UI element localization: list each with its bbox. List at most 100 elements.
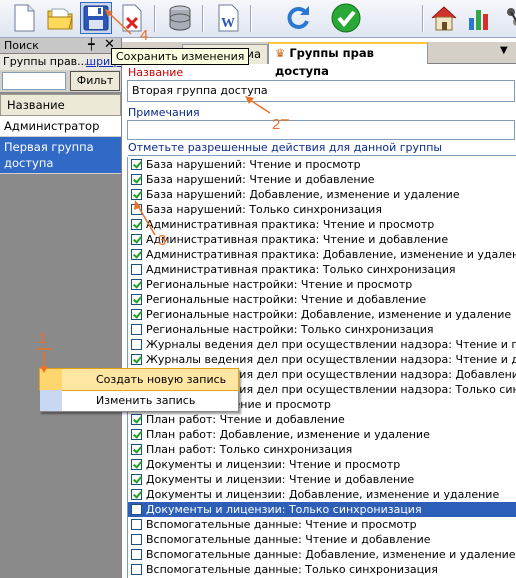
permission-checkbox[interactable] xyxy=(131,354,142,365)
permission-label: Вспомогательные данные: Чтение и добавле… xyxy=(146,533,431,546)
new-document-button[interactable] xyxy=(8,2,40,34)
permission-checkbox[interactable] xyxy=(131,249,142,260)
permission-row[interactable]: Документы и лицензии: Чтение и просмотр xyxy=(128,457,516,472)
permission-checkbox[interactable] xyxy=(131,279,142,290)
permission-row[interactable]: Журналы ведения дел при осуществлении на… xyxy=(128,337,516,352)
permission-checkbox[interactable] xyxy=(131,159,142,170)
permission-row[interactable]: Административная практика: Только синхро… xyxy=(128,262,516,277)
permission-row[interactable]: База нарушений: Чтение и добавление xyxy=(128,172,516,187)
network-button[interactable] xyxy=(498,2,516,34)
permission-row[interactable]: План работ: Добавление, изменение и удал… xyxy=(128,427,516,442)
permission-row[interactable]: Региональные настройки: Только синхрониз… xyxy=(128,322,516,337)
permission-label: Документы и лицензии: Только синхронизац… xyxy=(146,503,422,516)
permission-label: Документы и лицензии: Чтение и добавлени… xyxy=(146,473,415,486)
report-button[interactable] xyxy=(464,2,496,34)
name-field[interactable]: Вторая группа доступа xyxy=(127,80,515,102)
permission-label: Вспомогательные данные: Добавление, изме… xyxy=(146,548,516,561)
panel-title: Поиск xyxy=(4,39,39,52)
permission-checkbox[interactable] xyxy=(131,339,142,350)
permission-checkbox[interactable] xyxy=(131,219,142,230)
refresh-button[interactable] xyxy=(282,2,314,34)
permission-checkbox[interactable] xyxy=(131,414,142,425)
list-item[interactable]: Администратор xyxy=(0,116,121,137)
notes-label: Примечания xyxy=(128,106,200,119)
permission-checkbox[interactable] xyxy=(131,504,142,515)
list-header[interactable]: Название xyxy=(0,94,121,116)
search-input[interactable] xyxy=(2,72,66,90)
notes-field[interactable] xyxy=(127,120,515,140)
permission-row[interactable]: Административная практика: Чтение и прос… xyxy=(128,217,516,232)
menu-item-edit[interactable]: Изменить запись xyxy=(40,390,238,411)
permission-checkbox[interactable] xyxy=(131,309,142,320)
permission-row[interactable]: Региональные настройки: Чтение и добавле… xyxy=(128,292,516,307)
refresh-icon xyxy=(287,6,309,29)
permission-row[interactable]: План работ: Чтение и добавление xyxy=(128,412,516,427)
confirm-button[interactable] xyxy=(330,2,362,34)
permission-checkbox[interactable] xyxy=(131,534,142,545)
word-export-button[interactable]: W xyxy=(212,2,244,34)
permission-label: Региональные настройки: Добавление, изме… xyxy=(146,308,512,321)
permission-checkbox[interactable] xyxy=(131,444,142,455)
permission-row[interactable]: Региональные настройки: Чтение и просмот… xyxy=(128,277,516,292)
permission-row[interactable]: Документы и лицензии: Только синхронизац… xyxy=(128,502,516,517)
permission-label: План работ: Только синхронизация xyxy=(146,443,353,456)
check-circle-icon xyxy=(331,3,361,33)
permission-label: Административная практика: Только синхро… xyxy=(146,263,456,276)
tab-access-groups[interactable]: ♛ Группы прав доступа xyxy=(268,42,428,78)
floppy-disk-icon xyxy=(83,5,109,31)
permission-checkbox[interactable] xyxy=(131,234,142,245)
permission-row[interactable]: Вспомогательные данные: Чтение и добавле… xyxy=(128,532,516,547)
new-document-icon xyxy=(14,4,35,32)
permission-checkbox[interactable] xyxy=(131,174,142,185)
permission-row[interactable]: Документы и лицензии: Добавление, измене… xyxy=(128,487,516,502)
permission-checkbox[interactable] xyxy=(131,204,142,215)
permission-checkbox[interactable] xyxy=(131,489,142,500)
permission-label: Региональные настройки: Только синхрониз… xyxy=(146,323,434,336)
permission-checkbox[interactable] xyxy=(131,294,142,305)
permission-row[interactable]: План работ: Только синхронизация xyxy=(128,442,516,457)
open-folder-icon xyxy=(47,8,73,30)
list-header-label: Название xyxy=(7,98,65,112)
database-button[interactable] xyxy=(164,2,196,34)
pin-icon[interactable]: ┿ xyxy=(88,38,95,51)
permission-checkbox[interactable] xyxy=(131,519,142,530)
permission-label: База нарушений: Добавление, изменение и … xyxy=(146,188,460,201)
permission-row[interactable]: Вспомогательные данные: Чтение и просмот… xyxy=(128,517,516,532)
permission-label: Административная практика: Чтение и доба… xyxy=(146,233,449,246)
save-button[interactable] xyxy=(80,2,112,34)
permission-row[interactable]: Региональные настройки: Добавление, изме… xyxy=(128,307,516,322)
filter-button[interactable]: Фильт xyxy=(70,71,120,91)
permission-checkbox[interactable] xyxy=(131,429,142,440)
permission-row[interactable]: База нарушений: Добавление, изменение и … xyxy=(128,187,516,202)
permission-row[interactable]: База нарушений: Только синхронизация xyxy=(128,202,516,217)
tab-dropdown-icon[interactable]: ▼ xyxy=(500,45,508,56)
permission-row[interactable]: Журналы ведения дел при осуществлении на… xyxy=(128,352,516,367)
open-folder-button[interactable] xyxy=(44,2,76,34)
permission-label: Журналы ведения дел при осуществлении на… xyxy=(146,338,516,351)
menu-item-create[interactable]: Создать новую запись xyxy=(39,368,239,391)
annotation-2: 2 xyxy=(272,116,281,133)
permission-checkbox[interactable] xyxy=(131,564,142,575)
permission-checkbox[interactable] xyxy=(131,474,142,485)
home-button[interactable] xyxy=(428,2,460,34)
permission-label: База нарушений: Чтение и добавление xyxy=(146,173,375,186)
permission-checkbox[interactable] xyxy=(131,264,142,275)
permission-row[interactable]: Административная практика: Чтение и доба… xyxy=(128,232,516,247)
database-icon xyxy=(169,5,191,31)
permission-row[interactable]: Документы и лицензии: Чтение и добавлени… xyxy=(128,472,516,487)
permission-checkbox[interactable] xyxy=(131,549,142,560)
permission-row[interactable]: Административная практика: Добавление, и… xyxy=(128,247,516,262)
annotation-3: 3 xyxy=(158,232,167,249)
permission-row[interactable]: Вспомогательные данные: Добавление, изме… xyxy=(128,547,516,562)
network-icon xyxy=(507,8,516,26)
tab-groups[interactable]: Группы прав... xyxy=(3,55,88,68)
list-item-selected[interactable]: Первая группа доступа xyxy=(0,137,121,174)
context-menu: Создать новую запись Изменить запись xyxy=(39,368,239,412)
permission-row[interactable]: База нарушений: Чтение и просмотр xyxy=(128,157,516,172)
name-label: Название xyxy=(128,66,184,79)
permission-checkbox[interactable] xyxy=(131,324,142,335)
permission-checkbox[interactable] xyxy=(131,189,142,200)
permission-checkbox[interactable] xyxy=(131,459,142,470)
permission-row[interactable]: Вспомогательные данные: Только синхрониз… xyxy=(128,562,516,577)
permission-label: План работ: Добавление, изменение и удал… xyxy=(146,428,430,441)
